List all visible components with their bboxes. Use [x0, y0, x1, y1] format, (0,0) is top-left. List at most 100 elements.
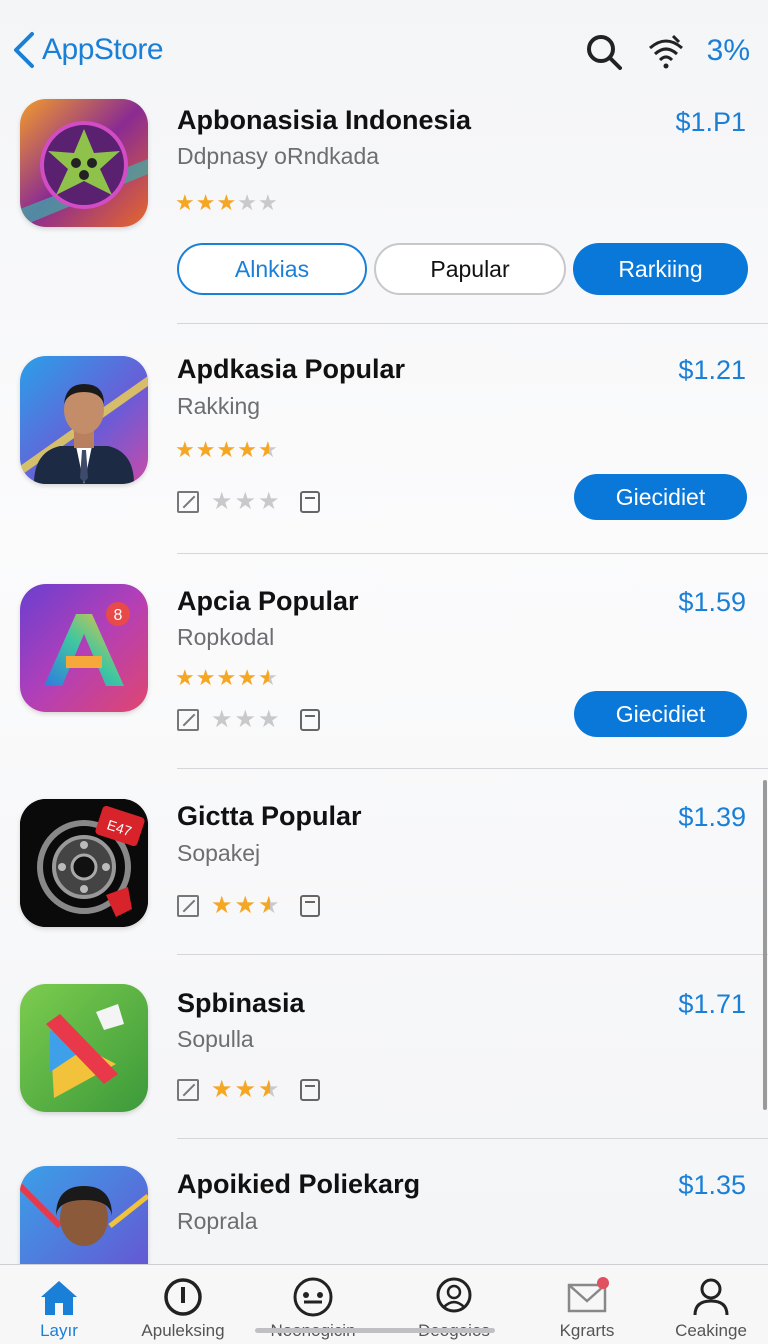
app-icon[interactable]	[20, 356, 148, 484]
app-row[interactable]: Apdkasia Popular Rakking $1.21 ★ ★ ★ ★ ★…	[0, 324, 768, 554]
star-icon: ★	[195, 665, 216, 690]
get-button[interactable]: Giecidiet	[574, 691, 747, 737]
app-price[interactable]: $1.59	[678, 587, 746, 618]
face-icon	[293, 1277, 333, 1317]
app-row[interactable]: 8 Apcia Popular Ropkodal $1.59 ★ ★ ★ ★ ★…	[0, 554, 768, 769]
edit-icon	[177, 709, 199, 731]
home-icon	[41, 1281, 77, 1315]
search-person-icon	[436, 1277, 472, 1313]
app-price[interactable]: $1.35	[678, 1170, 746, 1201]
get-button[interactable]: Giecidiet	[574, 474, 747, 520]
app-subtitle: Rakking	[177, 393, 261, 419]
top-bar: AppStore 3%	[0, 0, 768, 96]
app-subtitle: Roprala	[177, 1208, 258, 1234]
featured-app-row[interactable]: Apbonasisia Indonesia Ddpnasy oRndkada $…	[0, 96, 768, 326]
star-icon: ★	[234, 488, 257, 515]
app-subtitle: Sopakej	[177, 840, 261, 866]
star-half-icon: ★	[258, 892, 280, 919]
tab-label: Apuleksing	[141, 1321, 225, 1340]
star-icon: ★	[258, 706, 280, 733]
bag-icon	[299, 709, 320, 731]
featured-app-price[interactable]: $1.P1	[675, 107, 746, 138]
tab-ceakinge[interactable]: Ceakinge	[656, 1275, 766, 1341]
segment-rarkiing[interactable]: Rarkiing	[573, 243, 748, 295]
bag-icon	[299, 1079, 320, 1101]
segment-alnkias[interactable]: Alnkias	[177, 243, 367, 295]
segment-papular[interactable]: Papular	[374, 243, 566, 295]
mail-icon	[567, 1277, 609, 1313]
star-icon: ★	[175, 437, 195, 462]
tab-label: Layır	[40, 1321, 78, 1340]
back-label: AppStore	[42, 33, 164, 66]
star-icon: ★	[211, 488, 233, 515]
star-icon: ★	[175, 665, 195, 690]
tab-apuleksing[interactable]: Apuleksing	[128, 1275, 238, 1341]
app-meta: ★ ★ ★	[177, 894, 320, 918]
featured-app-subtitle: Ddpnasy oRndkada	[177, 143, 380, 169]
app-meta: ★ ★ ★	[177, 708, 320, 732]
tab-label: Ceakinge	[675, 1321, 747, 1340]
star-icon: ★	[216, 437, 237, 462]
app-price[interactable]: $1.21	[678, 355, 746, 386]
app-subtitle: Sopulla	[177, 1026, 254, 1052]
app-row[interactable]: Spbinasia Sopulla $1.71 ★ ★ ★	[0, 955, 768, 1139]
rating-stars: ★ ★ ★ ★ ★	[175, 439, 278, 461]
app-meta: ★ ★ ★	[177, 490, 320, 514]
star-icon: ★	[237, 190, 257, 215]
person-icon	[693, 1278, 729, 1316]
app-title[interactable]: Apcia Popular	[177, 586, 359, 617]
home-indicator	[255, 1328, 495, 1333]
star-icon: ★	[257, 190, 278, 215]
app-icon[interactable]	[20, 1166, 148, 1264]
back-button[interactable]: AppStore	[10, 30, 164, 70]
star-icon: ★	[237, 437, 257, 462]
featured-app-icon[interactable]	[20, 99, 148, 227]
edit-icon	[177, 1079, 199, 1101]
featured-rating-stars: ★ ★ ★ ★ ★	[175, 192, 278, 214]
svg-text:8: 8	[114, 607, 123, 624]
star-icon: ★	[234, 706, 257, 733]
notification-badge	[597, 1277, 609, 1289]
star-icon: ★	[195, 437, 216, 462]
clock-icon	[164, 1278, 202, 1316]
app-icon[interactable]	[20, 984, 148, 1112]
search-icon[interactable]	[584, 32, 624, 72]
star-icon: ★	[258, 488, 280, 515]
app-subtitle: Ropkodal	[177, 624, 275, 650]
tab-layir[interactable]: Layır	[4, 1275, 114, 1341]
star-icon: ★	[195, 190, 216, 215]
star-half-icon: ★	[257, 437, 278, 462]
star-half-icon: ★	[258, 1076, 280, 1103]
rating-stars: ★ ★ ★ ★ ★	[175, 667, 278, 689]
star-icon: ★	[211, 892, 233, 919]
wifi-icon[interactable]	[646, 32, 686, 72]
featured-app-title[interactable]: Apbonasisia Indonesia	[177, 105, 471, 136]
tab-label: Kgrarts	[559, 1321, 615, 1340]
chevron-left-icon	[14, 32, 34, 68]
app-title[interactable]: Spbinasia	[177, 988, 305, 1019]
star-icon: ★	[211, 1076, 233, 1103]
app-price[interactable]: $1.71	[678, 989, 746, 1020]
app-title[interactable]: Apoikied Poliekarg	[177, 1169, 420, 1200]
star-icon: ★	[216, 190, 237, 215]
edit-icon	[177, 491, 199, 513]
app-meta: ★ ★ ★	[177, 1078, 320, 1102]
app-title[interactable]: Apdkasia Popular	[177, 354, 405, 385]
bag-icon	[299, 491, 320, 513]
app-icon[interactable]: E47	[20, 799, 148, 927]
star-icon: ★	[237, 665, 257, 690]
star-icon: ★	[234, 1076, 257, 1103]
status-percent: 3%	[706, 34, 750, 67]
scrollbar[interactable]	[763, 780, 767, 1110]
tab-kgrarts[interactable]: Kgrarts	[532, 1275, 642, 1341]
app-row[interactable]: Apoikied Poliekarg Roprala $1.35	[0, 1139, 768, 1264]
app-price[interactable]: $1.39	[678, 802, 746, 833]
star-icon: ★	[211, 706, 233, 733]
app-title[interactable]: Gictta Popular	[177, 801, 362, 832]
app-row[interactable]: E47 Gictta Popular Sopakej $1.39 ★ ★ ★	[0, 769, 768, 955]
star-icon: ★	[234, 892, 257, 919]
star-icon: ★	[175, 190, 195, 215]
star-icon: ★	[216, 665, 237, 690]
app-icon[interactable]: 8	[20, 584, 148, 712]
bag-icon	[299, 895, 320, 917]
